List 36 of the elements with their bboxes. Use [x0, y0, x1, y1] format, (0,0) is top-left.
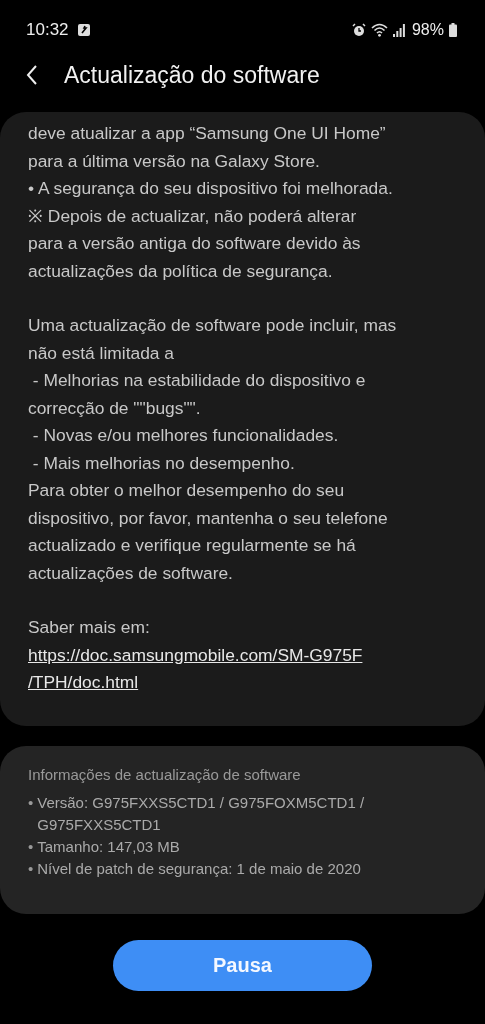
notes-line: - Melhorias na estabilidade do dispositivo e	[31, 369, 367, 392]
info-line: Versão: G975FXXS5CTD1 / G975FOXM5CTD1 /	[37, 793, 365, 813]
notes-line: Uma actualização de software pode incluir, mas	[28, 314, 398, 337]
battery-percentage: 98%	[411, 21, 444, 39]
signal-icon	[392, 23, 405, 37]
page-title: Actualização do software	[64, 61, 320, 89]
battery-icon	[449, 23, 457, 37]
notes-line: para a última versão na Galaxy Store.	[28, 149, 321, 173]
info-line: Nível de patch de segurança: 1 de maio de 2020	[37, 859, 361, 879]
info-title: Informações de actualização de software	[28, 766, 302, 783]
notification-icon	[77, 24, 90, 36]
notes-line: Saber mais em:	[28, 616, 151, 639]
notes-line: não está limitada a	[28, 341, 175, 365]
wifi-icon	[370, 23, 388, 37]
notes-line: dispositivo, por favor, mantenha o seu telefone	[28, 506, 389, 530]
notes-line: • A segurança do seu dispositivo foi melhorada.	[28, 177, 394, 200]
bullet: •	[28, 793, 34, 813]
alarm-icon	[351, 23, 366, 37]
notes-line: Para obter o melhor desempenho do seu	[28, 479, 346, 502]
notes-line: actualizações de software.	[28, 561, 234, 585]
status-time: 10:32	[26, 20, 69, 40]
notes-line: ※ Depois de actualizar, não poderá alterar	[28, 204, 358, 228]
info-line: G975FXXS5CTD1	[37, 815, 162, 835]
bullet: •	[28, 837, 34, 857]
notes-line: correcção de ""bugs"".	[28, 396, 202, 420]
bullet: •	[28, 859, 34, 879]
link[interactable]: https://doc.samsungmobile.com/SM-G975F	[28, 641, 363, 669]
notes-line: para a versão antiga do software devido às	[28, 232, 362, 255]
back-icon[interactable]	[26, 65, 38, 85]
notes-line: actualizações da política de segurança.	[28, 259, 334, 283]
notes-line: - Mais melhorias no desempenho.	[31, 451, 296, 475]
notes-line: deve atualizar a app “Samsung One UI Home”	[28, 122, 387, 145]
notes-line: - Novas e/ou melhores funcionalidades.	[31, 424, 340, 447]
info-line: Tamanho: 147,03 MB	[37, 837, 180, 857]
notes-line: actualizado e verifique regularmente se há	[28, 534, 357, 557]
link[interactable]: /TPH/doc.html	[28, 669, 139, 697]
